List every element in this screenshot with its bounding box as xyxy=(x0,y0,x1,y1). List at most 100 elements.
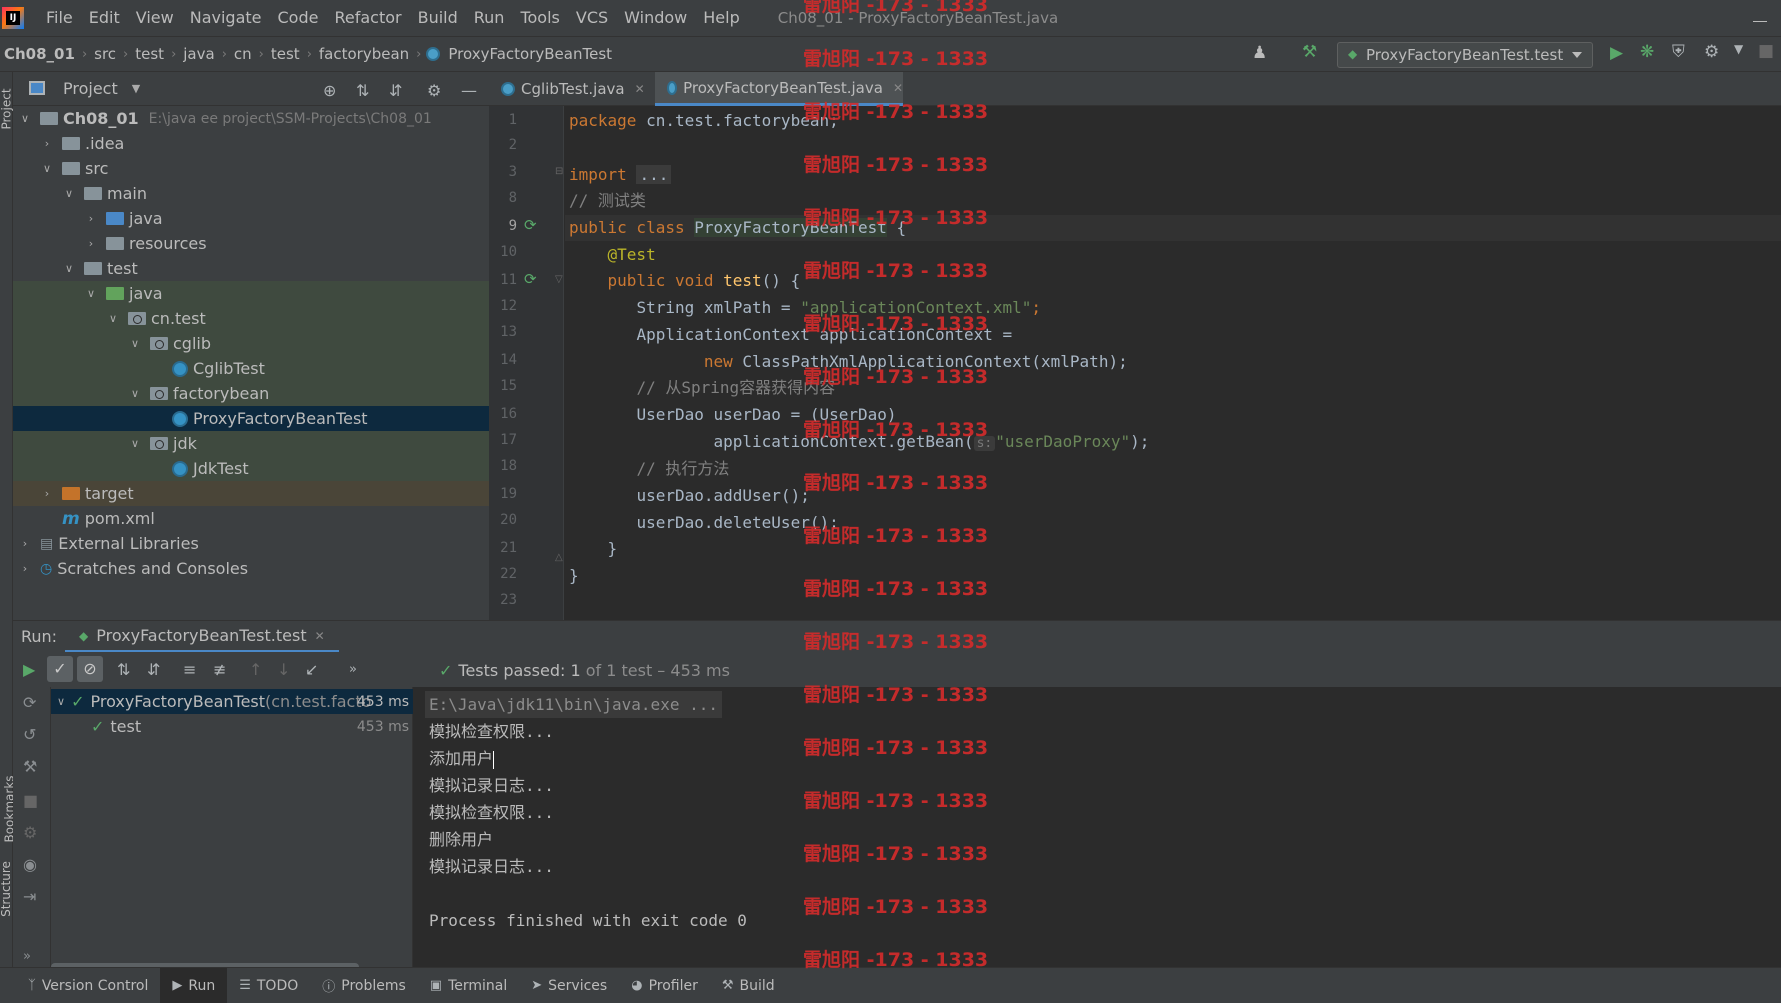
run-configuration-select[interactable]: ◆ ProxyFactoryBeanTest.test xyxy=(1337,42,1593,68)
collapse-all-icon[interactable]: ⇵ xyxy=(389,81,402,100)
expand-all-icon[interactable]: ⇅ xyxy=(356,81,369,100)
wrench-icon[interactable]: ⚒ xyxy=(23,757,37,776)
breadcrumb-test-pkg[interactable]: test xyxy=(269,45,302,63)
menu-code[interactable]: Code xyxy=(270,0,327,36)
more-icon[interactable]: » xyxy=(349,662,357,677)
run-icon[interactable]: ▶ xyxy=(1610,43,1623,63)
structure-tool-tab[interactable]: Structure xyxy=(0,861,13,917)
show-passed-icon[interactable]: ✓ xyxy=(47,656,73,682)
debug-bug-icon[interactable]: ❋ xyxy=(1640,42,1654,62)
menu-vcs[interactable]: VCS xyxy=(568,0,616,36)
menu-view[interactable]: View xyxy=(128,0,182,36)
tree-item-jdk[interactable]: ∨ jdk xyxy=(13,431,489,456)
breadcrumb-factorybean[interactable]: factorybean xyxy=(317,45,411,63)
chevron-down-icon[interactable]: ∨ xyxy=(129,337,141,350)
build-hammer-icon[interactable]: ⚒ xyxy=(1302,42,1317,62)
fold-icon[interactable]: ▽ xyxy=(555,274,563,285)
chevron-right-icon[interactable]: › xyxy=(19,537,31,550)
collapse-all-icon[interactable]: ≢ xyxy=(213,660,226,679)
run-tab[interactable]: ◆ ProxyFactoryBeanTest.test ✕ xyxy=(65,621,339,653)
tree-item-project-root[interactable]: ∨ Ch08_01 E:\java ee project\SSM-Project… xyxy=(13,106,489,131)
gear-icon[interactable]: ⚙ xyxy=(427,81,441,100)
menu-help[interactable]: Help xyxy=(695,0,747,36)
menu-file[interactable]: File xyxy=(38,0,81,36)
breadcrumb-project[interactable]: Ch08_01 xyxy=(2,45,77,63)
minimize-button[interactable] xyxy=(1753,8,1767,22)
tab-cglibtest[interactable]: CglibTest.java ✕ xyxy=(489,72,655,106)
folded-imports[interactable]: ... xyxy=(636,165,672,184)
breadcrumb-src[interactable]: src xyxy=(92,45,118,63)
tree-item-proxyfactorybeantest[interactable]: ProxyFactoryBeanTest xyxy=(13,406,489,431)
menu-refactor[interactable]: Refactor xyxy=(326,0,409,36)
tool-tab-terminal[interactable]: ▣ Terminal xyxy=(418,968,519,1003)
show-ignored-icon[interactable]: ⊘ xyxy=(77,656,103,682)
tool-tab-version-control[interactable]: ᛉ Version Control xyxy=(16,968,160,1003)
tree-item-test-java[interactable]: ∨ java xyxy=(13,281,489,306)
menu-build[interactable]: Build xyxy=(410,0,466,36)
sort-duration-icon[interactable]: ⇵ xyxy=(147,660,160,679)
next-test-icon[interactable]: ↓ xyxy=(277,660,290,679)
menu-run[interactable]: Run xyxy=(466,0,513,36)
sort-alpha-icon[interactable]: ⇅ xyxy=(117,660,130,679)
menu-tools[interactable]: Tools xyxy=(512,0,567,36)
project-tool-tab[interactable]: Project xyxy=(0,88,14,129)
tool-tab-todo[interactable]: ☰ TODO xyxy=(227,968,310,1003)
more-icon[interactable]: » xyxy=(23,949,31,964)
chevron-down-icon[interactable]: ∨ xyxy=(63,262,75,275)
chevron-down-icon[interactable]: ▼ xyxy=(1734,42,1743,56)
camera-icon[interactable]: ◉ xyxy=(23,855,37,874)
chevron-right-icon[interactable]: › xyxy=(41,137,53,150)
chevron-right-icon[interactable]: › xyxy=(41,487,53,500)
rerun-icon[interactable]: ▶ xyxy=(23,660,35,679)
breadcrumb-test[interactable]: test xyxy=(133,45,166,63)
breadcrumb-cn[interactable]: cn xyxy=(232,45,254,63)
tree-item-pom[interactable]: m pom.xml xyxy=(13,506,489,531)
chevron-down-icon[interactable]: ∨ xyxy=(107,312,119,325)
tree-item-jdktest[interactable]: JdkTest xyxy=(13,456,489,481)
menu-edit[interactable]: Edit xyxy=(81,0,128,36)
project-panel-title[interactable]: Project xyxy=(63,79,118,98)
stop-icon[interactable]: ■ xyxy=(23,791,38,810)
menu-window[interactable]: Window xyxy=(616,0,695,36)
stop-icon[interactable]: ■ xyxy=(1758,41,1774,61)
tree-item-external-libraries[interactable]: › ▤ External Libraries xyxy=(13,531,489,556)
tree-item-test[interactable]: ∨ test xyxy=(13,256,489,281)
settings-icon[interactable]: ⚙ xyxy=(23,823,37,842)
fold-icon[interactable]: △ xyxy=(555,552,563,563)
menu-navigate[interactable]: Navigate xyxy=(182,0,270,36)
coverage-icon[interactable]: ⛨ xyxy=(1672,42,1685,62)
tree-item-scratches[interactable]: › ◷ Scratches and Consoles xyxy=(13,556,489,581)
exit-icon[interactable]: ⇥ xyxy=(23,887,36,906)
user-icon[interactable]: ♟ xyxy=(1252,43,1267,63)
tree-item-factorybean[interactable]: ∨ factorybean xyxy=(13,381,489,406)
tree-item-target[interactable]: › target xyxy=(13,481,489,506)
toggle-auto-test-icon[interactable]: ↺ xyxy=(23,725,36,744)
tree-item-idea[interactable]: › .idea xyxy=(13,131,489,156)
test-row-class[interactable]: ∨ ✓ ProxyFactoryBeanTest (cn.test.facto … xyxy=(51,689,413,714)
tree-item-main-java[interactable]: › java xyxy=(13,206,489,231)
tree-item-cglibtest[interactable]: CglibTest xyxy=(13,356,489,381)
tree-item-cn-test[interactable]: ∨ cn.test xyxy=(13,306,489,331)
profile-icon[interactable]: ⚙ xyxy=(1704,42,1719,62)
tool-tab-profiler[interactable]: ◕ Profiler xyxy=(619,968,710,1003)
tool-tab-build[interactable]: ⚒ Build xyxy=(710,968,787,1003)
previous-test-icon[interactable]: ↑ xyxy=(249,660,262,679)
expand-all-icon[interactable]: ≡ xyxy=(183,660,196,679)
tool-tab-problems[interactable]: ⓘ Problems xyxy=(310,968,418,1003)
tree-item-main[interactable]: ∨ main xyxy=(13,181,489,206)
test-row-method[interactable]: ✓ test 453 ms xyxy=(51,714,413,739)
close-icon[interactable]: ✕ xyxy=(893,81,903,95)
import-tests-icon[interactable]: ↙ xyxy=(305,660,318,679)
close-icon[interactable]: ✕ xyxy=(315,629,325,643)
chevron-down-icon[interactable]: ∨ xyxy=(129,387,141,400)
tool-tab-services[interactable]: ➤ Services xyxy=(519,968,619,1003)
console-output[interactable]: E:\Java\jdk11\bin\java.exe ... 模拟检查权限...… xyxy=(413,687,1781,977)
chevron-down-icon[interactable]: ∨ xyxy=(129,437,141,450)
locate-icon[interactable]: ⊕ xyxy=(323,81,336,100)
chevron-right-icon[interactable]: › xyxy=(85,237,97,250)
chevron-down-icon[interactable]: ∨ xyxy=(85,287,97,300)
breadcrumb-java[interactable]: java xyxy=(181,45,216,63)
tree-item-resources[interactable]: › resources xyxy=(13,231,489,256)
rerun-failed-icon[interactable]: ⟳ xyxy=(23,693,36,712)
breadcrumb-class[interactable]: ProxyFactoryBeanTest xyxy=(446,45,614,63)
